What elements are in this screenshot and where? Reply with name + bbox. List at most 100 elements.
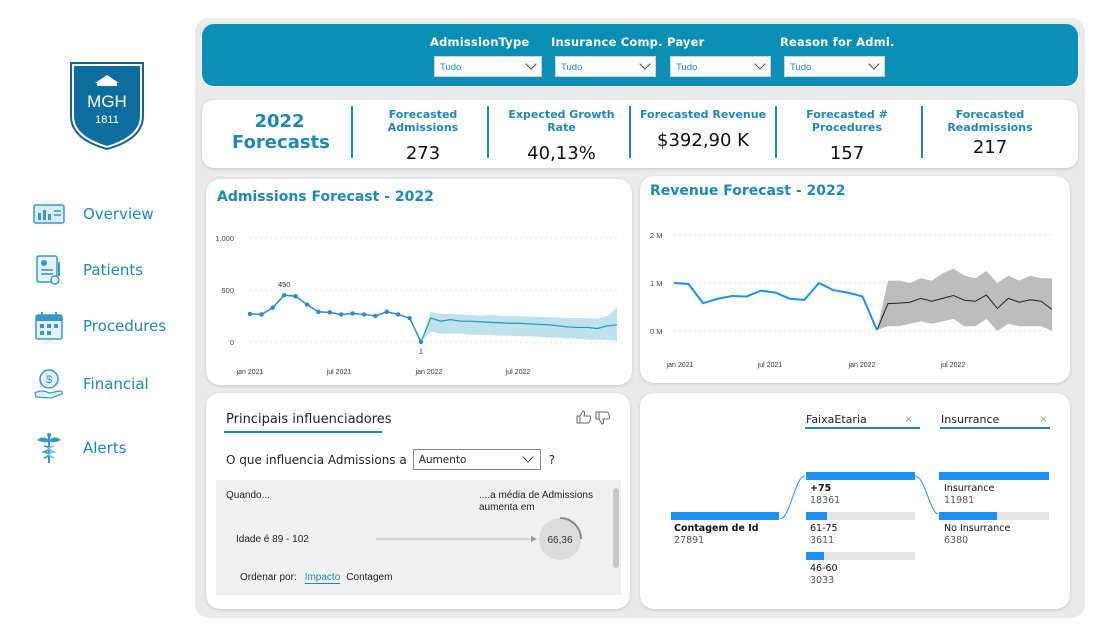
kpi-label: Expected Growth Rate (508, 108, 615, 134)
logo-initials: MGH (87, 92, 127, 111)
tree-node-label: 61-75 (810, 523, 838, 534)
data-point (373, 313, 378, 319)
kpi-value: $392,90 K (657, 130, 749, 151)
factor-label[interactable]: Idade é 89 - 102 (236, 534, 309, 545)
reason-select[interactable]: Tudo (784, 56, 885, 77)
tree-header-insurrance[interactable]: Insurrance (941, 413, 999, 426)
sort-impact-option[interactable]: Impacto (304, 572, 341, 584)
revenue-forecast-card: Revenue Forecast - 2022 2 M1 M0 Mjan 202… (640, 176, 1070, 383)
tree-bar[interactable] (806, 472, 915, 480)
payer-select[interactable]: Tudo (670, 56, 771, 77)
data-point (282, 293, 287, 298)
kpi-divider (629, 106, 631, 158)
kpi-forecasted-procedures: Forecasted # Procedures 157 (777, 108, 917, 164)
x-tick-label: jan 2022 (848, 362, 876, 369)
select-value: Tudo (561, 62, 583, 73)
tree-bar[interactable] (806, 552, 824, 560)
kpi-divider (351, 106, 353, 158)
kpi-value: 157 (829, 143, 865, 164)
tree-root-value: 27891 (674, 535, 705, 546)
admission-type-select[interactable]: Tudo (434, 56, 542, 77)
select-value: Tudo (440, 62, 462, 73)
kpi-label: Forecasted # Procedures (806, 108, 888, 134)
x-tick-label: jul 2021 (757, 362, 783, 369)
x-tick-label: jan 2021 (666, 362, 694, 369)
x-tick-label: jul 2022 (940, 362, 966, 369)
kpi-forecasted-admissions: Forecasted Admissions 273 (358, 108, 488, 164)
actual-line (673, 281, 878, 331)
tree-header-faixaetaria[interactable]: FaixaEtaria (806, 413, 867, 426)
data-label-peak: 450 (278, 280, 291, 289)
avg-label-line1: ....a média de Admissions (479, 490, 593, 501)
sidebar-item-procedures[interactable]: Procedures (30, 309, 166, 343)
y-tick-label: 0 (230, 338, 234, 347)
data-point (339, 312, 344, 317)
kpi-strip: 2022 Forecasts Forecasted Admissions 273… (202, 100, 1078, 168)
influencer-detail-panel: Quando... ....a média de Admissions aume… (216, 480, 621, 595)
data-label-min: 1 (419, 347, 423, 356)
revenue-chart[interactable]: 2 M 1 M 0 M jan 2021 jul 2021 jan 2022 jul 202… (640, 176, 1070, 383)
close-icon[interactable]: × (1040, 412, 1047, 426)
tree-header-underline (940, 427, 1050, 429)
kpi-label: Forecasted Revenue (639, 108, 767, 121)
tree-bar[interactable] (939, 512, 997, 520)
data-point (327, 310, 332, 315)
tree-root-bar[interactable] (671, 512, 779, 520)
data-point (247, 311, 253, 317)
influencers-tab-underline (224, 431, 382, 433)
sidebar: MGH 1811 Overview Patients Procedures $ … (0, 0, 195, 633)
sidebar-item-label: Financial (83, 375, 149, 393)
chevron-down-icon (522, 451, 534, 463)
thumbs-down-icon[interactable] (595, 411, 611, 430)
tree-node-value: 3033 (810, 575, 835, 586)
tree-node-label: 46-60 (810, 563, 838, 574)
filter-payer: Payer Tudo (667, 35, 771, 77)
alerts-icon (30, 431, 68, 465)
data-point (361, 312, 367, 317)
tree-bar[interactable] (939, 472, 1049, 480)
kpi-year: 2022 (254, 111, 305, 132)
sidebar-item-label: Overview (83, 205, 154, 223)
tree-node-label: Insurrance (944, 483, 995, 494)
tree-node-label: No Insurrance (944, 523, 1011, 534)
sort-count-option[interactable]: Contagem (346, 572, 392, 584)
tree-bar[interactable] (806, 512, 827, 520)
kpi-value: 273 (405, 143, 441, 164)
chevron-down-icon (525, 58, 537, 70)
mgh-logo: MGH 1811 (69, 61, 145, 151)
sidebar-item-alerts[interactable]: Alerts (30, 431, 127, 465)
close-icon[interactable]: × (905, 412, 912, 426)
y-tick-label: 2 M (650, 231, 663, 240)
select-value: Tudo (790, 62, 812, 73)
influencers-question: O que influencia Admissions a Aumento ? (226, 449, 555, 470)
sort-row: Ordenar por: Impacto Contagem (240, 572, 392, 584)
kpi-year-title: 2022 Forecasts (232, 111, 330, 153)
sidebar-item-financial[interactable]: $ Financial (30, 367, 149, 401)
sidebar-item-label: Procedures (83, 317, 167, 335)
question-prefix: O que influencia Admissions a (226, 452, 407, 467)
y-tick-label: 0 M (650, 327, 663, 336)
tree-root-label: Contagem de Id (674, 523, 759, 534)
data-point (418, 339, 424, 345)
influencers-title[interactable]: Principais influenciadores (226, 412, 392, 427)
panel-scrollbar[interactable] (613, 488, 619, 568)
sidebar-item-overview[interactable]: Overview (30, 197, 154, 231)
filter-admission-type: AdmissionType Tudo (430, 35, 542, 77)
x-tick-label: jan 2022 (415, 369, 443, 376)
data-point (316, 309, 321, 315)
insurance-comp-select[interactable]: Tudo (555, 56, 656, 77)
kpi-divider (921, 106, 923, 158)
kpi-label: Forecasted Readmissions (947, 108, 1033, 134)
sidebar-item-label: Patients (83, 261, 144, 279)
tree-header-underline (805, 427, 920, 429)
sidebar-item-patients[interactable]: Patients (30, 253, 143, 287)
avg-label-line2: aumenta em (479, 502, 535, 513)
when-label: Quando... (226, 490, 270, 501)
tree-node-value: 3611 (810, 535, 835, 546)
influence-direction-select[interactable]: Aumento (412, 449, 541, 470)
overview-icon (30, 197, 68, 231)
y-tick-label: 1 M (650, 279, 663, 288)
thumbs-up-icon[interactable] (576, 410, 592, 429)
factor-connector: 66,36 (376, 517, 582, 560)
admissions-chart[interactable]: 1.000 500 0 jan 2021 jul 2021 jan 2022 jul 202… (206, 179, 632, 385)
